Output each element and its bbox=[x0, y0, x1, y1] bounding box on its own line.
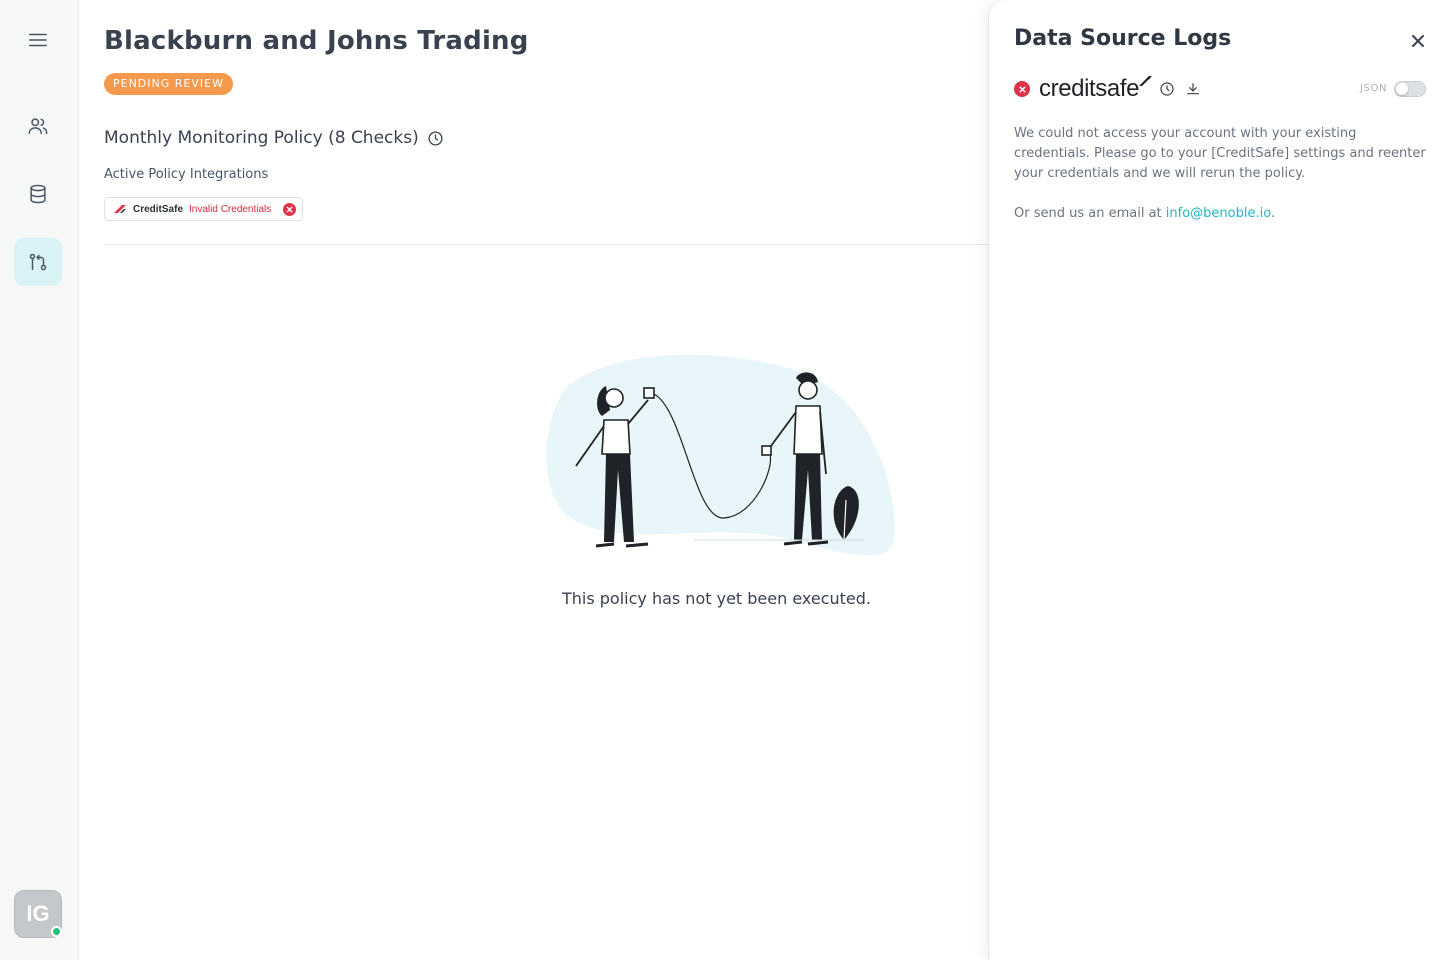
policy-header: Monthly Monitoring Policy (8 Checks) bbox=[104, 128, 444, 148]
sidebar-item-data-sources[interactable] bbox=[14, 170, 62, 218]
download-icon bbox=[1187, 83, 1199, 95]
email-link[interactable]: info@benoble.io bbox=[1166, 206, 1271, 221]
integration-chip-creditsafe[interactable]: CreditSafe Invalid Credentials bbox=[104, 197, 303, 221]
sidebar-item-policies[interactable] bbox=[14, 238, 62, 286]
toggle-knob bbox=[1396, 83, 1408, 95]
creditsafe-logo-icon bbox=[113, 204, 127, 214]
history-clock-icon[interactable] bbox=[427, 130, 444, 147]
log-message: We could not access your account with yo… bbox=[1014, 124, 1434, 244]
creditsafe-logo-text: creditsafe bbox=[1039, 75, 1140, 102]
creditsafe-logo: creditsafe bbox=[1039, 75, 1153, 103]
contact-line: Or send us an email at info@benoble.io. bbox=[1014, 204, 1434, 224]
contact-suffix: . bbox=[1270, 206, 1276, 221]
status-badge: PENDING REVIEW bbox=[104, 73, 233, 95]
integration-name: CreditSafe bbox=[133, 203, 184, 215]
online-status-dot bbox=[51, 926, 62, 937]
close-panel-button[interactable] bbox=[1407, 30, 1429, 52]
data-source-logs-panel: Data Source Logs creditsafe JSON We coul… bbox=[988, 0, 1440, 960]
clock-icon bbox=[1160, 82, 1174, 96]
contact-prefix: Or send us an email at bbox=[1014, 206, 1166, 221]
menu-button[interactable] bbox=[14, 16, 62, 64]
panel-title: Data Source Logs bbox=[1014, 26, 1232, 51]
creditsafe-swoosh-icon bbox=[1139, 76, 1153, 86]
sidebar-item-users[interactable] bbox=[14, 102, 62, 150]
data-source-row: creditsafe bbox=[1014, 74, 1203, 104]
empty-state-message: This policy has not yet been executed. bbox=[561, 589, 872, 608]
page-title: Blackburn and Johns Trading bbox=[104, 26, 529, 56]
database-icon bbox=[30, 184, 46, 204]
error-status-icon bbox=[1014, 81, 1030, 97]
users-icon bbox=[28, 118, 48, 135]
empty-state-illustration bbox=[546, 354, 895, 556]
history-button[interactable] bbox=[1157, 79, 1177, 99]
remove-integration-icon[interactable] bbox=[283, 202, 296, 216]
json-toggle-label: JSON bbox=[1360, 83, 1388, 94]
sidebar: IG bbox=[0, 0, 79, 960]
divider bbox=[104, 244, 988, 245]
hamburger-menu-icon bbox=[29, 33, 47, 47]
download-button[interactable] bbox=[1183, 79, 1203, 99]
integration-status: Invalid Credentials bbox=[189, 203, 272, 215]
integrations-label: Active Policy Integrations bbox=[104, 167, 269, 182]
git-branch-icon bbox=[29, 253, 47, 271]
error-message: We could not access your account with yo… bbox=[1014, 126, 1426, 181]
close-icon bbox=[1412, 35, 1424, 47]
avatar-initials: IG bbox=[26, 901, 50, 926]
policy-title: Monthly Monitoring Policy (8 Checks) bbox=[104, 128, 419, 148]
json-toggle[interactable] bbox=[1394, 81, 1426, 97]
